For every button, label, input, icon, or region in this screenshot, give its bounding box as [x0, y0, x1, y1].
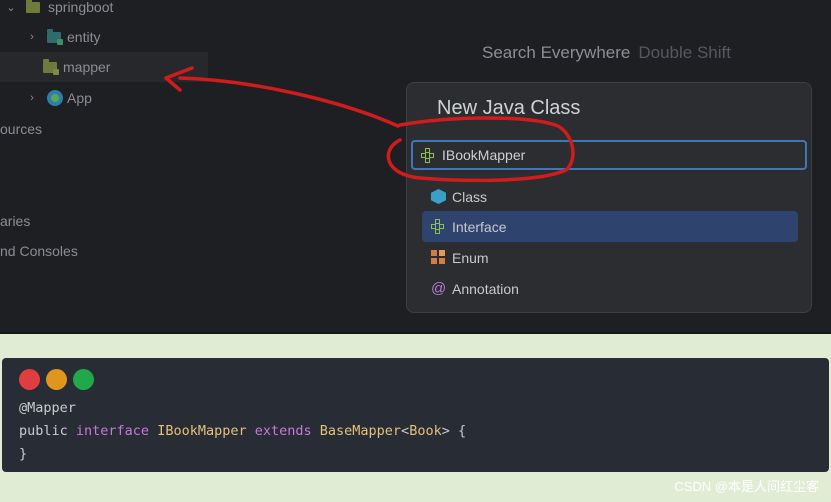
option-label: Class: [452, 188, 488, 205]
option-class[interactable]: Class: [422, 181, 798, 212]
maximize-dot: [73, 369, 94, 390]
code-token: <: [401, 423, 410, 439]
annotation-arrow-line: [178, 76, 400, 128]
tree-item-label: ources: [0, 121, 43, 137]
tree-item-entity[interactable]: › entity: [25, 22, 100, 52]
code-line: }: [19, 443, 466, 466]
code-token: @Mapper: [19, 400, 76, 416]
code-token: Book: [409, 423, 442, 439]
ide-window: ⌄ springboot › entity mapper › App ource…: [0, 0, 831, 334]
tree-item-label: App: [67, 90, 92, 106]
tree-item-resources[interactable]: ources: [0, 114, 42, 144]
close-dot: [19, 369, 40, 390]
tree-item-label: nd Consoles: [0, 243, 78, 259]
option-label: Interface: [452, 218, 507, 235]
tree-item-app[interactable]: › App: [25, 83, 92, 113]
code-line: @Mapper: [19, 397, 466, 420]
option-label: Enum: [452, 249, 489, 266]
tree-item-label: springboot: [48, 0, 114, 15]
option-annotation[interactable]: @ Annotation: [422, 273, 798, 304]
code-token: interface: [75, 423, 158, 439]
option-label: Annotation: [452, 280, 519, 297]
class-icon: [431, 189, 446, 204]
code-token: extends: [254, 423, 320, 439]
tree-item-label: aries: [0, 213, 31, 229]
option-enum[interactable]: Enum: [422, 242, 798, 273]
code-block: @Mapper public interface IBookMapper exte…: [2, 358, 829, 472]
search-hint-shortcut: Double Shift: [638, 43, 731, 62]
interface-icon: [421, 147, 436, 163]
option-interface[interactable]: Interface: [422, 211, 798, 242]
tree-item-mapper[interactable]: mapper: [0, 52, 208, 82]
tree-item-scratches[interactable]: nd Consoles: [0, 236, 78, 266]
code-line: public interface IBookMapper extends Bas…: [19, 420, 466, 443]
chevron-right-icon[interactable]: ›: [25, 92, 39, 104]
code-token: }: [19, 446, 28, 462]
search-everywhere-hint: Search Everywhere Double Shift: [482, 43, 731, 63]
tree-item-label: mapper: [63, 59, 111, 75]
code-token: public: [19, 423, 76, 439]
chevron-right-icon[interactable]: ›: [25, 31, 39, 43]
enum-icon: [431, 250, 446, 265]
popup-title: New Java Class: [437, 97, 581, 119]
class-name-input[interactable]: IBookMapper: [411, 140, 807, 170]
chevron-down-icon[interactable]: ⌄: [4, 1, 18, 14]
folder-icon: [26, 0, 40, 13]
code-token: BaseMapper: [319, 423, 402, 439]
minimize-dot: [46, 369, 67, 390]
spring-class-icon: [47, 90, 63, 106]
code-token: IBookMapper: [157, 423, 255, 439]
package-icon: [43, 58, 59, 75]
package-icon: [47, 28, 63, 45]
code-token: > {: [441, 423, 467, 439]
new-java-class-popup: New Java Class IBookMapper Class Interfa…: [406, 82, 812, 313]
code-lines: @Mapper public interface IBookMapper exte…: [19, 397, 466, 466]
search-hint-text: Search Everywhere: [482, 43, 631, 62]
annotation-icon: @: [431, 280, 447, 297]
interface-icon: [431, 219, 446, 234]
class-name-value: IBookMapper: [442, 147, 526, 163]
tree-item-springboot[interactable]: ⌄ springboot: [4, 0, 113, 22]
tree-item-label: entity: [67, 29, 101, 45]
tree-item-libraries[interactable]: aries: [0, 206, 30, 236]
watermark: CSDN @本是人间红尘客: [674, 479, 819, 494]
window-controls: [19, 369, 94, 390]
